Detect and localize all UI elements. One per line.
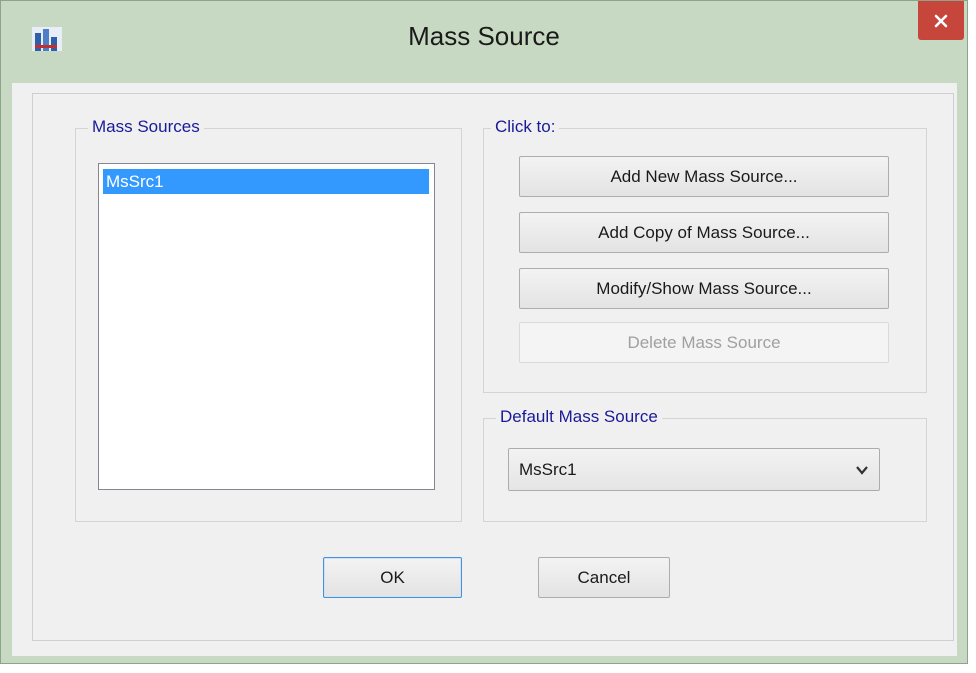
modify-show-mass-source-button[interactable]: Modify/Show Mass Source... — [519, 268, 889, 309]
chevron-down-icon — [856, 466, 868, 475]
default-mass-source-label: Default Mass Source — [496, 407, 662, 427]
add-new-mass-source-button[interactable]: Add New Mass Source... — [519, 156, 889, 197]
close-button[interactable] — [918, 1, 964, 40]
ok-button[interactable]: OK — [323, 557, 462, 598]
delete-mass-source-button: Delete Mass Source — [519, 322, 889, 363]
close-icon — [934, 14, 948, 27]
default-mass-source-select[interactable]: MsSrc1 — [508, 448, 880, 491]
dialog-client-area: Mass Sources MsSrc1 Click to: Add New Ma… — [12, 83, 957, 656]
default-mass-source-value: MsSrc1 — [519, 460, 577, 479]
list-item[interactable]: MsSrc1 — [103, 169, 429, 194]
mass-source-dialog: Mass Source Mass Sources MsSrc1 Click to… — [0, 0, 968, 664]
window-title: Mass Source — [408, 21, 560, 51]
add-copy-mass-source-button[interactable]: Add Copy of Mass Source... — [519, 212, 889, 253]
cancel-button[interactable]: Cancel — [538, 557, 670, 598]
mass-sources-listbox[interactable]: MsSrc1 — [98, 163, 435, 490]
title-bar[interactable]: Mass Source — [1, 1, 967, 83]
click-to-label: Click to: — [491, 117, 560, 137]
mass-sources-label: Mass Sources — [88, 117, 204, 137]
